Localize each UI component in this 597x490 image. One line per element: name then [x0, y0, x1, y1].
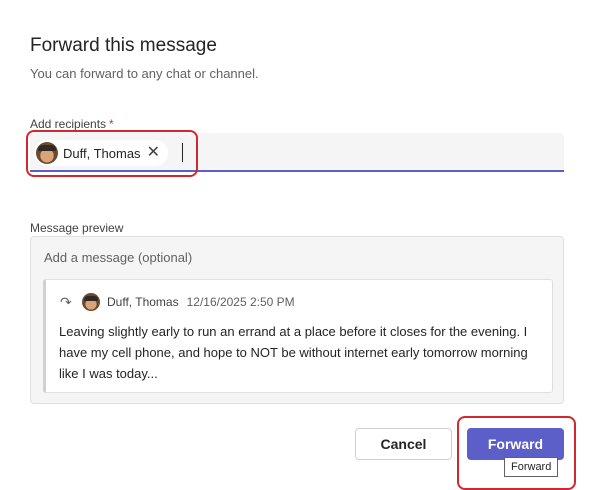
recipients-label-text: Add recipients [30, 117, 107, 131]
recipient-chip[interactable]: Duff, Thomas ✕ [34, 140, 168, 166]
avatar [36, 142, 58, 164]
forward-arrow-icon: ↷ [60, 293, 72, 310]
recipients-input[interactable]: Duff, Thomas ✕ [30, 133, 564, 172]
forward-button[interactable]: Forward [467, 428, 564, 460]
avatar [82, 293, 100, 311]
text-caret [182, 143, 183, 162]
dialog-title: Forward this message [30, 35, 217, 56]
message-preview-label: Message preview [30, 221, 124, 235]
quoted-timestamp: 12/16/2025 2:50 PM [186, 295, 295, 309]
forward-tooltip: Forward [504, 457, 559, 477]
required-marker: * [109, 117, 114, 131]
quoted-message-header: ↷ Duff, Thomas 12/16/2025 2:50 PM [60, 293, 295, 311]
quoted-message-body: Leaving slightly early to run an errand … [59, 324, 528, 381]
close-icon[interactable]: ✕ [147, 145, 160, 161]
forward-message-dialog: Forward this message You can forward to … [0, 0, 597, 490]
message-preview: Add a message (optional) ↷ Duff, Thomas … [30, 236, 564, 404]
message-input[interactable]: Add a message (optional) [44, 250, 192, 265]
recipient-name: Duff, Thomas [63, 145, 141, 161]
recipients-label: Add recipients * [30, 117, 114, 131]
dialog-subtitle: You can forward to any chat or channel. [30, 66, 259, 81]
quoted-message: ↷ Duff, Thomas 12/16/2025 2:50 PM Leavin… [43, 279, 553, 393]
cancel-button[interactable]: Cancel [355, 428, 452, 460]
quoted-author: Duff, Thomas [107, 295, 179, 309]
